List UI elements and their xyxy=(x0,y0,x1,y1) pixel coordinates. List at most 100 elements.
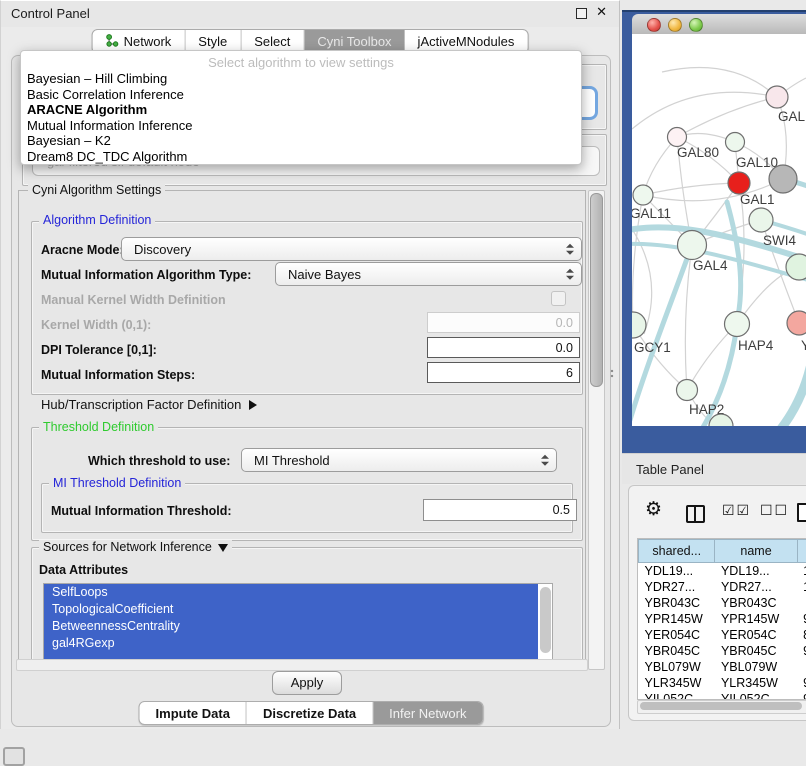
tab-label: Infer Network xyxy=(389,706,466,721)
algorithm-option[interactable]: ARACNE Algorithm xyxy=(21,102,581,118)
algorithm-option[interactable]: Basic Correlation Inference xyxy=(21,87,581,103)
table-cell: YLR345W xyxy=(639,675,715,691)
network-window-titlebar[interactable] xyxy=(632,14,806,35)
list-scrollbar-thumb[interactable] xyxy=(540,587,551,653)
settings-scrollbar-thumb[interactable] xyxy=(590,193,603,387)
tab-infer-network[interactable]: Infer Network xyxy=(373,702,482,724)
network-node[interactable] xyxy=(633,185,653,205)
collapsed-arrow-icon xyxy=(249,400,257,410)
table-hscrollbar[interactable] xyxy=(637,700,806,714)
manual-kernel-checkbox[interactable] xyxy=(551,291,566,306)
network-node[interactable] xyxy=(766,86,788,108)
mi-threshold-field[interactable]: 0.5 xyxy=(423,499,577,521)
data-attribute-item[interactable]: BetweennessCentrality xyxy=(44,618,538,635)
which-threshold-combo[interactable]: MI Threshold xyxy=(241,448,557,472)
tab-discretize-data[interactable]: Discretize Data xyxy=(247,702,373,724)
table-row[interactable]: YDR27...YDR27...12 xyxy=(639,579,806,595)
network-view-window: GALGAL80GAL10GAL1GAL11SWI4GAL4GCY1HAP4YH… xyxy=(622,10,806,453)
dpi-tolerance-field[interactable]: 0.0 xyxy=(427,337,580,358)
table-row[interactable]: YBR043CYBR043C xyxy=(639,595,806,611)
spinner-arrows-icon xyxy=(541,455,549,466)
data-attribute-item[interactable]: SelfLoops xyxy=(44,584,538,601)
data-attribute-item[interactable]: gal4RGexp xyxy=(44,635,538,652)
table-cell: YPR145W xyxy=(639,611,715,627)
table-row[interactable]: YBL079WYBL079W xyxy=(639,659,806,675)
node-label: Y xyxy=(801,338,806,353)
table-row[interactable]: YPR145WYPR145W9. xyxy=(639,611,806,627)
control-panel-titlebar: Control Panel ✕ xyxy=(1,1,619,27)
float-window-icon[interactable] xyxy=(576,8,587,19)
network-canvas[interactable]: GALGAL80GAL10GAL1GAL11SWI4GAL4GCY1HAP4YH… xyxy=(632,34,806,426)
network-node[interactable] xyxy=(632,312,646,338)
new-table-icon[interactable] xyxy=(797,503,806,522)
minimize-button[interactable] xyxy=(668,18,682,32)
algorithm-option[interactable]: Dream8 DC_TDC Algorithm xyxy=(21,149,581,165)
node-label: GCY1 xyxy=(634,340,671,355)
table-row[interactable]: YIL052CYIL052C9 xyxy=(639,691,806,700)
algorithm-definition-title: Algorithm Definition xyxy=(39,213,155,227)
data-attribute-item[interactable]: TopologicalCoefficient xyxy=(44,601,538,618)
settings-scrollbar[interactable] xyxy=(588,190,605,670)
aracne-mode-combo[interactable]: Discovery xyxy=(121,237,582,261)
network-node[interactable] xyxy=(678,231,707,260)
table-cell: YBL079W xyxy=(715,659,797,675)
sources-group-title[interactable]: Sources for Network Inference xyxy=(39,540,232,554)
network-node[interactable] xyxy=(769,165,797,193)
table-cell: 8. xyxy=(797,627,806,643)
manual-kernel-label: Manual Kernel Width Definition xyxy=(41,293,226,307)
network-node[interactable] xyxy=(749,208,773,232)
table-header-row: shared...name xyxy=(639,540,806,563)
mi-steps-field[interactable]: 6 xyxy=(427,362,580,383)
algorithm-option[interactable]: Bayesian – K2 xyxy=(21,133,581,149)
table-column-header[interactable] xyxy=(797,540,806,563)
network-node[interactable] xyxy=(787,311,806,335)
algorithm-option[interactable]: Bayesian – Hill Climbing xyxy=(21,71,581,87)
table-row[interactable]: YBR045CYBR045C9. xyxy=(639,643,806,659)
table-hscrollbar-thumb[interactable] xyxy=(640,702,802,710)
hub-definition-toggle[interactable]: Hub/Transcription Factor Definition xyxy=(41,397,257,412)
network-node[interactable] xyxy=(677,380,698,401)
columns-icon[interactable] xyxy=(686,505,705,523)
gear-icon[interactable]: ⚙ xyxy=(645,498,662,520)
network-node[interactable] xyxy=(725,312,750,337)
select-all-checkboxes-icon[interactable]: ☑☑ xyxy=(722,503,751,519)
network-node[interactable] xyxy=(668,128,687,147)
tab-impute-data[interactable]: Impute Data xyxy=(140,702,247,724)
tab-label: Network xyxy=(124,34,172,49)
table-column-header[interactable]: name xyxy=(715,540,797,563)
network-node[interactable] xyxy=(728,172,750,194)
table-cell xyxy=(797,595,806,611)
kernel-width-field: 0.0 xyxy=(427,312,580,333)
network-node[interactable] xyxy=(786,254,806,280)
node-table: shared...name YDL19...YDL19...13YDR27...… xyxy=(637,538,806,700)
deselect-all-checkboxes-icon[interactable]: ☐☐ xyxy=(760,503,789,519)
zoom-button[interactable] xyxy=(689,18,703,32)
table-cell: YBR043C xyxy=(639,595,715,611)
table-row[interactable]: YLR345WYLR345W9. xyxy=(639,675,806,691)
apply-button[interactable]: Apply xyxy=(272,671,342,695)
table-row[interactable]: YER054CYER054C8. xyxy=(639,627,806,643)
control-panel-window: Control Panel ✕ Network Style Select Cyn… xyxy=(0,0,620,729)
bottom-tabbar: Impute Data Discretize Data Infer Networ… xyxy=(139,701,484,725)
data-attributes-list[interactable]: SelfLoopsTopologicalCoefficientBetweenne… xyxy=(43,583,553,660)
algorithm-option[interactable]: Mutual Information Inference xyxy=(21,118,581,134)
tab-label: Style xyxy=(198,34,227,49)
node-label: GAL xyxy=(778,109,806,124)
minimized-panel-icon[interactable] xyxy=(3,747,25,766)
panel-divider-grabber[interactable] xyxy=(610,369,615,379)
tab-label: jActiveMNodules xyxy=(418,34,515,49)
which-threshold-label: Which threshold to use: xyxy=(88,454,230,468)
close-button[interactable] xyxy=(647,18,661,32)
table-cell: YBR045C xyxy=(715,643,797,659)
table-cell: YPR145W xyxy=(715,611,797,627)
mi-type-combo[interactable]: Naive Bayes xyxy=(275,262,582,286)
table-cell: 12 xyxy=(797,579,806,595)
settings-hscrollbar[interactable] xyxy=(16,659,588,671)
table-row[interactable]: YDL19...YDL19...13 xyxy=(639,563,806,580)
network-node[interactable] xyxy=(726,133,745,152)
cyni-toolbox-panel: gal-filtered sif default node Select alg… xyxy=(11,55,611,727)
table-column-header[interactable]: shared... xyxy=(639,540,715,563)
close-icon[interactable]: ✕ xyxy=(596,4,607,20)
aracne-mode-label: Aracne Mode: xyxy=(41,243,124,257)
tab-label: Cyni Toolbox xyxy=(317,34,391,49)
